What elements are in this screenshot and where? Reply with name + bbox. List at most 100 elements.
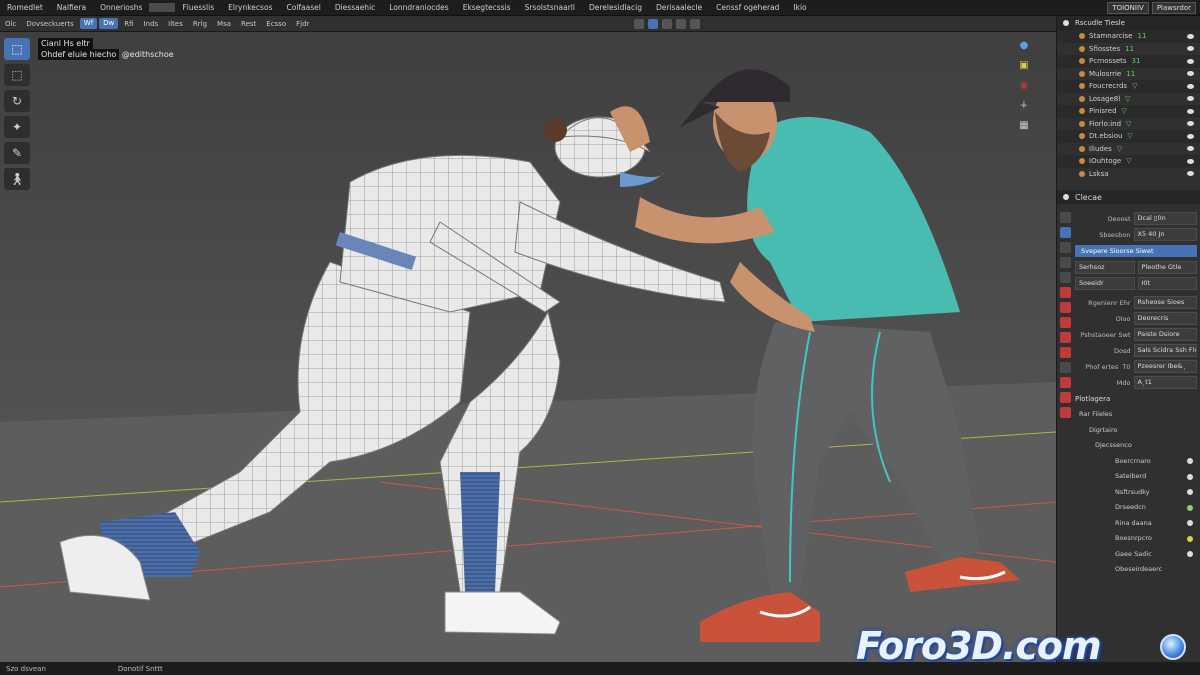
prop-value[interactable]: Sals Scidra Ssh Flo [1133, 344, 1197, 357]
keyframe-icon[interactable] [1187, 520, 1193, 527]
outliner-row[interactable]: Stamnarcise 11 [1057, 30, 1200, 43]
prop-value[interactable]: Pleothe Gtle [1137, 261, 1197, 274]
tree-item[interactable]: Digrtairo [1075, 423, 1197, 439]
prop-value[interactable]: Serhsoz [1075, 261, 1135, 274]
menu-item[interactable]: Srsolstsnaarll [518, 3, 582, 12]
output-tab-icon[interactable] [1059, 242, 1071, 253]
menu-item[interactable]: Colfaasel [279, 3, 327, 12]
object-tab-icon[interactable] [1059, 302, 1071, 313]
tree-item[interactable]: Sateiberd [1075, 469, 1197, 485]
physics-tab-icon[interactable] [1059, 347, 1071, 358]
tree-item[interactable]: Boercrnaro [1075, 454, 1197, 470]
prop-value[interactable]: Deorecris [1133, 312, 1197, 325]
menu-item[interactable]: Onnerioshs [93, 3, 149, 12]
zoom-icon[interactable]: ▣ [1018, 60, 1030, 72]
visibility-eye-icon[interactable] [1187, 108, 1194, 114]
camera-icon[interactable]: ∔ [1018, 100, 1030, 112]
ortho-icon[interactable]: ▦ [1018, 120, 1030, 132]
outliner-row[interactable]: Lsksa [1057, 168, 1200, 181]
menu-item[interactable]: Eksegtecssis [456, 3, 518, 12]
tree-item[interactable]: Boesnrpcro [1075, 531, 1197, 547]
header-item[interactable]: Rfi [119, 20, 138, 28]
keyframe-icon[interactable] [1187, 489, 1193, 496]
select-box-icon[interactable]: ⬚ [4, 64, 30, 86]
prop-value[interactable]: Paiste Dsiore [1133, 328, 1197, 341]
outliner-row[interactable]: Mulosrrie 11 [1057, 68, 1200, 81]
material-tab-icon[interactable] [1059, 392, 1071, 403]
tree-item[interactable]: Rar Fiieles [1075, 407, 1197, 423]
particles-tab-icon[interactable] [1059, 332, 1071, 343]
section-header[interactable]: Plotlagera [1075, 395, 1197, 403]
constraints-tab-icon[interactable] [1059, 362, 1071, 373]
prop-value[interactable]: Pzeesrer Ibe&¸ [1133, 360, 1197, 373]
header-item[interactable]: Ecsso [261, 20, 291, 28]
outliner-row[interactable]: Fiorlo:ind ▽ [1057, 118, 1200, 131]
menu-item[interactable]: Elrynkecsos [221, 3, 279, 12]
menu-item[interactable]: Lonndraniocdes [382, 3, 455, 12]
menu-item[interactable]: Derelesidlacig [582, 3, 649, 12]
menu-item[interactable]: Censsf ogeherad [709, 3, 786, 12]
prop-value[interactable]: X5 40 Jn [1133, 228, 1197, 241]
tree-item[interactable]: Djecssenco [1075, 438, 1197, 454]
header-item[interactable]: Olc [0, 20, 21, 28]
visibility-eye-icon[interactable] [1187, 71, 1194, 77]
transform-icon[interactable]: ✦ [4, 116, 30, 138]
3d-viewport[interactable]: Cianl Hs eltr Ohdef eluie hiecho @ediths… [0, 32, 1056, 662]
prop-value[interactable]: A¸t1 [1133, 376, 1197, 389]
header-item[interactable]: Fjdr [291, 20, 314, 28]
header-item[interactable]: Msa [212, 20, 236, 28]
outliner-row[interactable]: Iliudes ▽ [1057, 143, 1200, 156]
prop-value[interactable]: Dcal ▯0n [1133, 212, 1197, 225]
keyframe-icon[interactable] [1187, 551, 1193, 558]
prop-value[interactable]: Soeeidr [1075, 277, 1135, 290]
prop-value[interactable]: Rsheose Sioes [1133, 296, 1197, 309]
visibility-eye-icon[interactable] [1187, 33, 1194, 39]
tree-item[interactable]: Gaee Sadic [1075, 547, 1197, 563]
tool-tab-icon[interactable] [1059, 212, 1071, 223]
outliner-row[interactable]: Pinisred ▽ [1057, 105, 1200, 118]
pose-icon[interactable]: 🚶︎ [4, 168, 30, 190]
outliner-row[interactable]: IOuhtoge ▽ [1057, 155, 1200, 168]
scene-tab-icon[interactable] [1059, 272, 1071, 283]
cursor-tool-icon[interactable]: ⬚ [4, 38, 30, 60]
header-item[interactable]: Rrlg [188, 20, 212, 28]
modifier-tab-icon[interactable] [1059, 317, 1071, 328]
scene-field[interactable]: TOIONIIV [1107, 1, 1149, 14]
material-icon[interactable] [690, 18, 701, 29]
tree-item[interactable]: Rina daana [1075, 516, 1197, 532]
annotate-icon[interactable]: ✎ [4, 142, 30, 164]
texture-tab-icon[interactable] [1059, 407, 1071, 418]
menu-item[interactable]: Ikio [786, 3, 813, 12]
axis-gizmo-icon[interactable]: ● [1018, 40, 1030, 52]
outliner-row[interactable]: Dt.ebsiou ▽ [1057, 130, 1200, 143]
tree-item[interactable]: Nsftrsudky [1075, 485, 1197, 501]
header-pill[interactable]: Wf [79, 18, 98, 29]
layer-field[interactable]: Plawsrdor [1151, 1, 1196, 14]
outliner-row[interactable]: Sfiosstes 11 [1057, 43, 1200, 56]
visibility-eye-icon[interactable] [1187, 96, 1194, 102]
tree-item[interactable]: Drseedcn [1075, 500, 1197, 516]
visibility-eye-icon[interactable] [1187, 171, 1194, 177]
menu-item[interactable]: Diessaehic [328, 3, 382, 12]
visibility-eye-icon[interactable] [1187, 58, 1194, 64]
menu-item[interactable]: Nalfiera [50, 3, 93, 12]
visibility-eye-icon[interactable] [1187, 146, 1194, 152]
visibility-eye-icon[interactable] [1187, 46, 1194, 52]
header-item[interactable]: Rest [236, 20, 261, 28]
keyframe-icon[interactable] [1187, 473, 1193, 480]
solid-view-icon[interactable] [648, 18, 659, 29]
keyframe-icon[interactable] [1187, 535, 1193, 542]
view-layer-tab-icon[interactable] [1059, 257, 1071, 268]
menu-item[interactable]: Derisaalecle [649, 3, 709, 12]
outliner-row[interactable]: Foucrecrds ▽ [1057, 80, 1200, 93]
outliner-row[interactable]: Losage8l ▽ [1057, 93, 1200, 106]
visibility-eye-icon[interactable] [1187, 121, 1194, 127]
menu-item[interactable]: Fluesslis [175, 3, 221, 12]
outliner-row[interactable]: Pcrnossets 31 [1057, 55, 1200, 68]
data-tab-icon[interactable] [1059, 377, 1071, 388]
keyframe-icon[interactable] [1187, 504, 1193, 511]
menu-item-active[interactable] [149, 3, 176, 12]
visibility-eye-icon[interactable] [1187, 83, 1194, 89]
prop-value[interactable]: I0t [1137, 277, 1197, 290]
visibility-eye-icon[interactable] [1187, 158, 1194, 164]
